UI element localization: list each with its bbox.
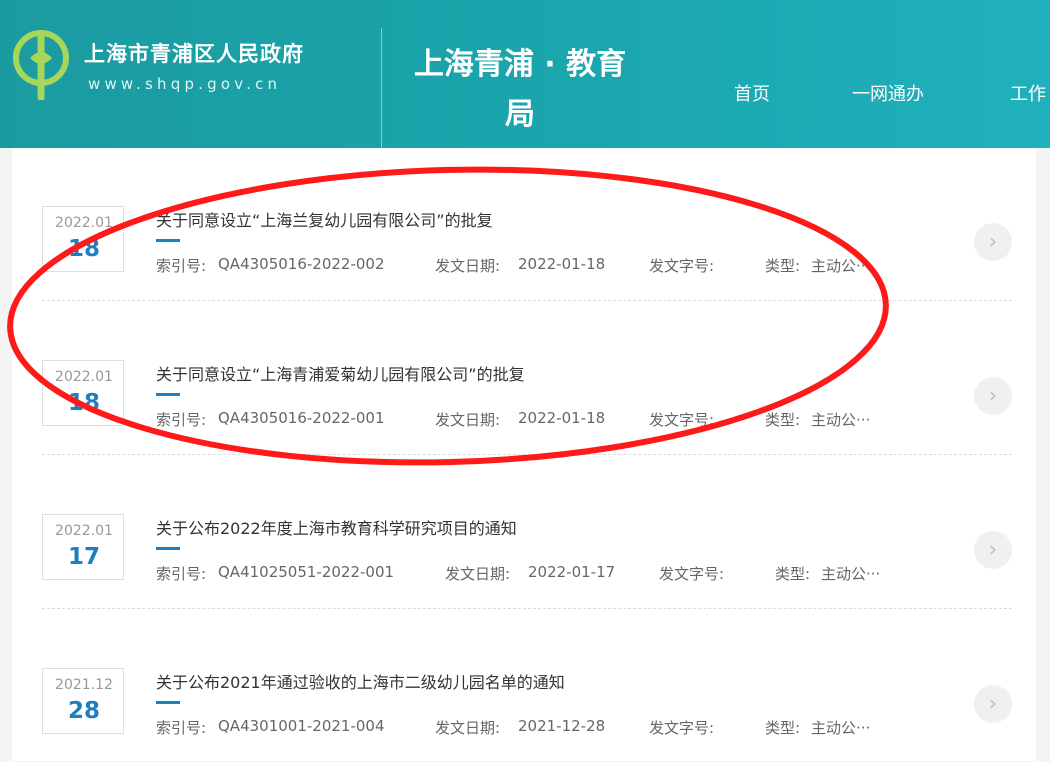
date-label: 发文日期:	[445, 565, 511, 583]
type-label: 类型:	[775, 565, 811, 583]
index-value: QA41025051-2022-001	[218, 563, 395, 581]
nav-item-one-stop[interactable]: 一网通办	[852, 80, 924, 106]
docno-label: 发文字号:	[659, 565, 725, 583]
type-value: 主动公···	[821, 565, 881, 583]
date-value: 2022-01-17	[528, 563, 616, 581]
date-year-month: 2022.01	[55, 523, 113, 539]
list-item[interactable]: 2022.01 18 关于同意设立“上海青浦爱菊幼儿园有限公司”的批复 索引号:…	[42, 300, 1012, 455]
date-box: 2021.12 28	[42, 668, 124, 734]
type-label: 类型:	[765, 719, 801, 737]
type-label: 类型:	[765, 257, 801, 275]
date-year-month: 2021.12	[55, 677, 113, 693]
item-title[interactable]: 关于公布2022年度上海市教育科学研究项目的通知	[156, 515, 517, 539]
item-title[interactable]: 关于公布2021年通过验收的上海市二级幼儿园名单的通知	[156, 669, 565, 693]
index-label: 索引号:	[156, 257, 207, 275]
site-url: www.shqp.gov.cn	[88, 75, 282, 93]
date-year-month: 2022.01	[55, 215, 113, 231]
date-label: 发文日期:	[435, 257, 501, 275]
item-title[interactable]: 关于同意设立“上海兰复幼儿园有限公司”的批复	[156, 207, 493, 231]
date-value: 2021-12-28	[518, 717, 606, 735]
chevron-right-icon[interactable]: ›	[974, 685, 1012, 723]
type-value: 主动公···	[811, 257, 871, 275]
docno-label: 发文字号:	[649, 719, 715, 737]
list-item[interactable]: 2022.01 18 关于同意设立“上海兰复幼儿园有限公司”的批复 索引号: Q…	[42, 146, 1012, 301]
docno-label: 发文字号:	[649, 257, 715, 275]
title-underline	[156, 393, 180, 396]
type-value: 主动公···	[811, 411, 871, 429]
department-title[interactable]: 上海青浦 · 教育局	[403, 40, 637, 140]
index-value: QA4305016-2022-002	[218, 255, 385, 273]
nav-item-home[interactable]: 首页	[734, 80, 770, 106]
title-underline	[156, 701, 180, 704]
site-header: 上海市青浦区人民政府 www.shqp.gov.cn 上海青浦 · 教育局 首页…	[0, 0, 1050, 148]
date-day: 17	[67, 544, 100, 570]
qingpu-logo-icon[interactable]	[12, 28, 74, 100]
type-label: 类型:	[765, 411, 801, 429]
date-day: 18	[67, 236, 100, 262]
site-name[interactable]: 上海市青浦区人民政府	[84, 38, 304, 68]
list-item[interactable]: 2021.12 28 关于公布2021年通过验收的上海市二级幼儿园名单的通知 索…	[42, 608, 1012, 762]
type-value: 主动公···	[811, 719, 871, 737]
document-list: 2022.01 18 关于同意设立“上海兰复幼儿园有限公司”的批复 索引号: Q…	[12, 148, 1036, 761]
date-box: 2022.01 17	[42, 514, 124, 580]
date-value: 2022-01-18	[518, 409, 606, 427]
date-box: 2022.01 18	[42, 206, 124, 272]
header-divider	[381, 28, 382, 148]
nav-item-work[interactable]: 工作	[1010, 80, 1046, 106]
index-value: QA4305016-2022-001	[218, 409, 385, 427]
index-label: 索引号:	[156, 411, 207, 429]
date-label: 发文日期:	[435, 719, 501, 737]
docno-label: 发文字号:	[649, 411, 715, 429]
title-underline	[156, 547, 180, 550]
index-label: 索引号:	[156, 565, 207, 583]
date-value: 2022-01-18	[518, 255, 606, 273]
date-label: 发文日期:	[435, 411, 501, 429]
list-item[interactable]: 2022.01 17 关于公布2022年度上海市教育科学研究项目的通知 索引号:…	[42, 454, 1012, 609]
index-value: QA4301001-2021-004	[218, 717, 385, 735]
date-box: 2022.01 18	[42, 360, 124, 426]
date-day: 28	[67, 698, 100, 724]
chevron-right-icon[interactable]: ›	[974, 377, 1012, 415]
date-year-month: 2022.01	[55, 369, 113, 385]
chevron-right-icon[interactable]: ›	[974, 223, 1012, 261]
title-underline	[156, 239, 180, 242]
date-day: 18	[67, 390, 100, 416]
item-title[interactable]: 关于同意设立“上海青浦爱菊幼儿园有限公司”的批复	[156, 361, 525, 385]
index-label: 索引号:	[156, 719, 207, 737]
chevron-right-icon[interactable]: ›	[974, 531, 1012, 569]
